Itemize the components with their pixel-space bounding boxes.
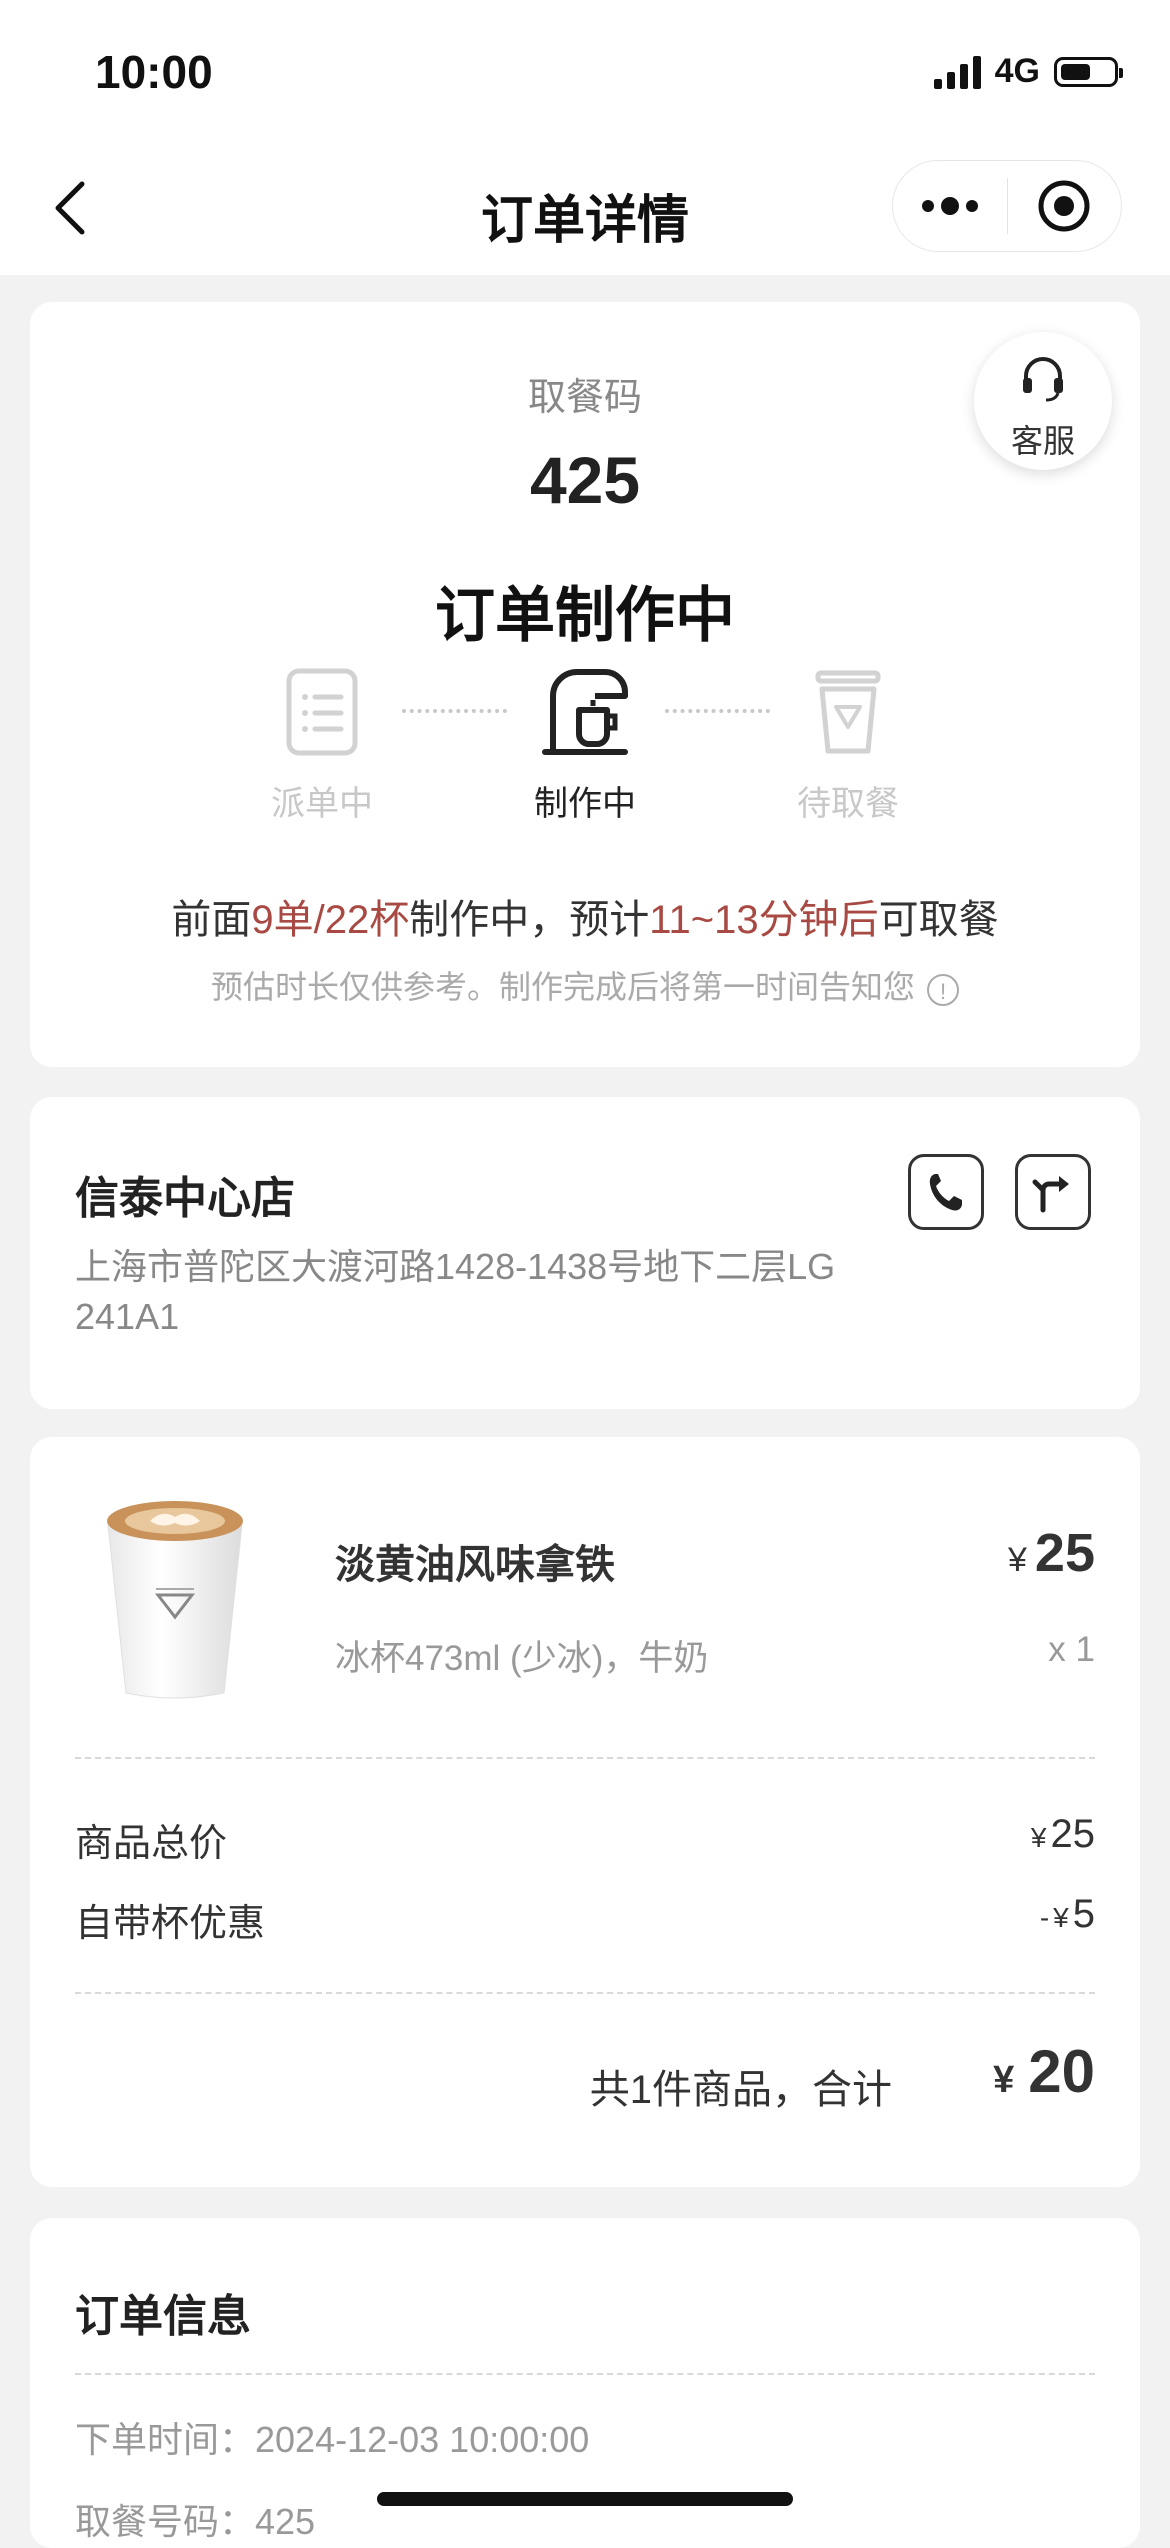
info-icon[interactable]: ! xyxy=(927,973,959,1006)
signal-icon xyxy=(933,55,981,89)
divider xyxy=(75,1992,1095,1994)
order-time-label: 下单时间： xyxy=(75,2419,256,2460)
product-name: 淡黄油风味拿铁 xyxy=(335,1543,615,1587)
divider xyxy=(75,2373,1095,2375)
eta-time: 11~13分钟后 xyxy=(649,898,879,942)
battery-icon xyxy=(1054,56,1123,87)
queue-count: 9单/22杯 xyxy=(251,898,410,942)
pickup-number-row: 取餐号码：425 xyxy=(75,2493,315,2545)
receipt-icon xyxy=(286,668,358,756)
pickup-number-label: 取餐号码： xyxy=(75,2501,256,2542)
divider xyxy=(75,1757,1095,1759)
coffee-machine-icon xyxy=(542,669,628,755)
step-label: 派单中 xyxy=(271,785,373,823)
more-dots-icon xyxy=(921,197,978,215)
call-store-button[interactable] xyxy=(908,1154,984,1230)
more-button[interactable] xyxy=(893,161,1007,251)
currency-symbol: ¥ xyxy=(1008,1541,1027,1579)
nav-bar: 订单详情 xyxy=(0,150,1170,275)
navigate-store-button[interactable] xyxy=(1015,1154,1091,1230)
estimate-note: 预估时长仅供参考。制作完成后将第一时间告知您! xyxy=(30,962,1140,1008)
network-type: 4G xyxy=(994,52,1040,90)
subtotal-label: 商品总价 xyxy=(75,1823,228,1865)
step-label: 待取餐 xyxy=(797,785,899,823)
store-address: 上海市普陀区大渡河路1428-1438号地下二层LG 241A1 xyxy=(75,1246,836,1337)
currency-symbol: ¥ xyxy=(1053,1902,1069,1933)
product-price-value: 25 xyxy=(1034,1523,1095,1583)
miniapp-capsule xyxy=(892,160,1122,252)
product-options: 冰杯473ml (少冰)，牛奶 xyxy=(335,1639,709,1678)
customer-service-label: 客服 xyxy=(1010,423,1075,459)
home-indicator[interactable] xyxy=(377,2492,793,2506)
currency-symbol: ¥ xyxy=(993,2059,1015,2101)
wait-mid: 制作中，预计 xyxy=(409,898,650,942)
discount-label: 自带杯优惠 xyxy=(75,1903,266,1945)
step-ready: 待取餐 xyxy=(768,662,928,825)
total-label: 共1件商品，合计 xyxy=(589,2068,892,2112)
store-card: 信泰中心店 上海市普陀区大渡河路1428-1438号地下二层LG 241A1 xyxy=(30,1097,1140,1409)
step-dispatching: 派单中 xyxy=(242,662,402,825)
order-status-card: 取餐码 425 客服 订单制作中 派单中 制作中 待取餐 前面9单/22杯制作中… xyxy=(30,302,1140,1067)
discount-value: - ¥5 xyxy=(1040,1892,1095,1937)
status-icons: 4G xyxy=(933,52,1123,91)
order-time-row: 下单时间：2024-12-03 10:00:00 xyxy=(75,2411,589,2463)
discount-amount: 5 xyxy=(1072,1892,1095,1936)
total-amount: 20 xyxy=(1028,2038,1095,2105)
step-making: 制作中 xyxy=(505,662,665,825)
estimate-note-text: 预估时长仅供参考。制作完成后将第一时间告知您 xyxy=(210,969,915,1005)
wait-estimate: 前面9单/22杯制作中，预计11~13分钟后可取餐 xyxy=(30,887,1140,945)
step-connector xyxy=(402,709,507,713)
store-name: 信泰中心店 xyxy=(75,1174,295,1223)
step-label: 制作中 xyxy=(534,785,636,823)
headset-icon xyxy=(1023,357,1063,402)
phone-icon xyxy=(929,1174,962,1211)
pickup-number-value: 425 xyxy=(255,2501,316,2542)
order-status-title: 订单制作中 xyxy=(435,582,735,649)
product-price: ¥25 xyxy=(1008,1522,1095,1584)
directions-icon xyxy=(1032,1176,1069,1213)
target-icon xyxy=(1038,180,1090,232)
cup-icon xyxy=(815,670,881,754)
customer-service-button[interactable]: 客服 xyxy=(974,332,1112,470)
order-info-title: 订单信息 xyxy=(75,2292,251,2341)
close-miniapp-button[interactable] xyxy=(1008,161,1122,251)
currency-symbol: ¥ xyxy=(1030,1822,1047,1853)
total-value: ¥20 xyxy=(993,2037,1095,2106)
status-time: 10:00 xyxy=(95,46,213,98)
subtotal-amount: 25 xyxy=(1050,1812,1096,1856)
step-connector xyxy=(665,709,770,713)
product-image xyxy=(107,1501,243,1699)
order-items-card: 淡黄油风味拿铁 冰杯473ml (少冰)，牛奶 ¥25 x 1 商品总价 ¥25… xyxy=(30,1437,1140,2187)
order-time-value: 2024-12-03 10:00:00 xyxy=(255,2419,590,2460)
minus-sign: - xyxy=(1039,1902,1050,1933)
wait-suffix: 可取餐 xyxy=(878,898,999,942)
status-bar: 10:00 4G xyxy=(0,0,1170,150)
wait-prefix: 前面 xyxy=(171,898,252,942)
product-quantity: x 1 xyxy=(1048,1630,1095,1669)
subtotal-value: ¥25 xyxy=(1031,1812,1095,1857)
